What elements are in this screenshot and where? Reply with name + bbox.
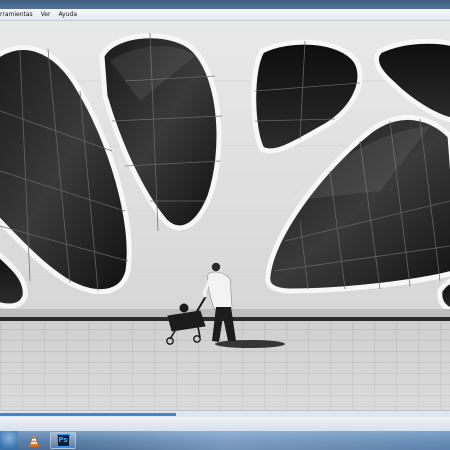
player-controls	[0, 417, 450, 431]
taskbar-photoshop-button[interactable]: Ps	[50, 432, 76, 449]
windows-taskbar: Ps	[0, 431, 450, 450]
video-picture	[0, 21, 450, 410]
seek-bar-progress	[0, 413, 176, 416]
seek-bar[interactable]	[0, 410, 450, 417]
taskbar-vlc-button[interactable]	[21, 432, 47, 449]
menu-ver[interactable]: Ver	[37, 9, 55, 21]
menu-bar: rramientas Ver Ayuda	[0, 9, 450, 21]
menu-ayuda[interactable]: Ayuda	[54, 9, 81, 21]
taskbar-empty-area	[76, 431, 450, 450]
video-frame[interactable]	[0, 21, 450, 410]
photoshop-icon: Ps	[56, 434, 70, 447]
menu-herramientas[interactable]: rramientas	[0, 9, 37, 21]
vlc-cone-icon	[29, 434, 39, 447]
start-button[interactable]	[0, 431, 18, 450]
